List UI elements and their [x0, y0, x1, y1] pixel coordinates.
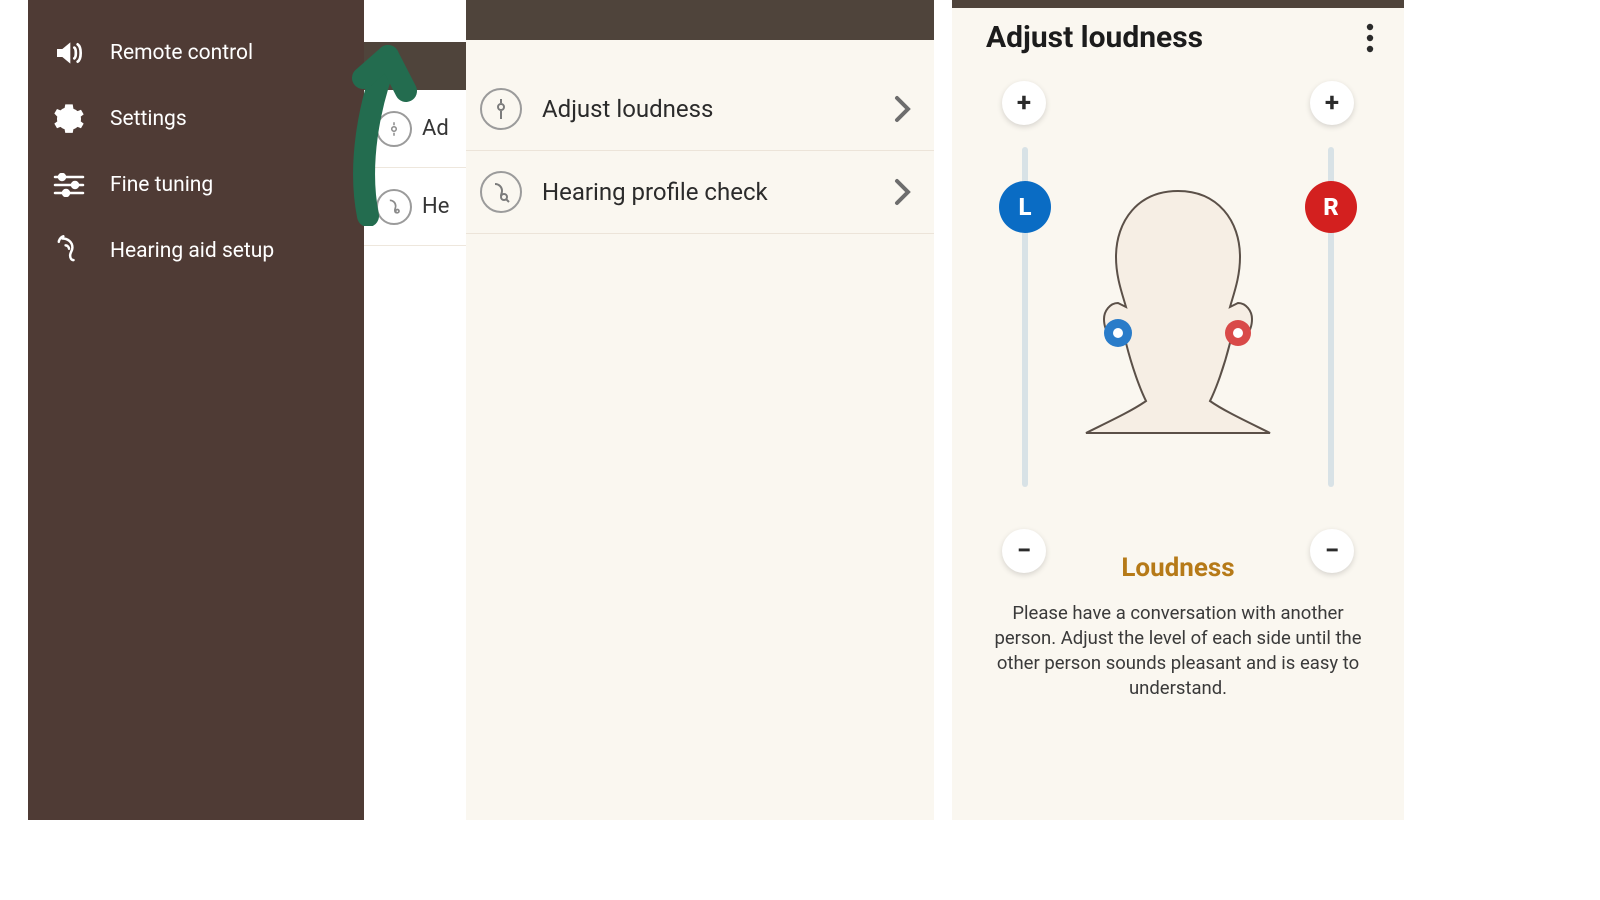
gear-icon [52, 102, 86, 136]
ear-profile-icon [480, 171, 522, 213]
panel-top-bar [952, 0, 1404, 8]
left-indicator-label: L [1019, 193, 1032, 221]
left-minus-button[interactable]: − [1002, 529, 1046, 573]
drawer-item-hearing-aid-setup[interactable]: Hearing aid setup [28, 218, 364, 284]
background-list-peek: Ad He [364, 42, 476, 820]
sliders-icon [52, 168, 86, 202]
left-plus-button[interactable]: + [1002, 81, 1046, 125]
drawer-item-label: Hearing aid setup [110, 239, 274, 263]
drawer-item-label: Settings [110, 107, 187, 131]
speaker-icon [52, 36, 86, 70]
chevron-right-icon [894, 95, 912, 123]
ear-profile-icon [376, 189, 412, 225]
drawer-item-label: Fine tuning [110, 173, 213, 197]
list-item-hearing-profile-check[interactable]: Hearing profile check [466, 151, 934, 234]
plus-icon: + [1017, 88, 1031, 118]
minus-icon: − [1325, 536, 1339, 566]
page-title: Adjust loudness [986, 20, 1203, 55]
list-item: Ad [364, 90, 476, 168]
list-item-label: He [422, 194, 449, 219]
nav-drawer: Remote control Settings Fine tuning [28, 0, 364, 820]
list-item: He [364, 168, 476, 246]
drawer-item-settings[interactable]: Settings [28, 86, 364, 152]
right-minus-button[interactable]: − [1310, 529, 1354, 573]
right-plus-button[interactable]: + [1310, 81, 1354, 125]
panel-header-bar [466, 0, 934, 40]
hamburger-icon [372, 17, 400, 39]
drawer-panel: Ad He Remote control [28, 0, 448, 820]
list-item-label: Adjust loudness [542, 95, 713, 123]
right-indicator-label: R [1323, 193, 1339, 221]
fine-tuning-list-panel: Adjust loudness Hearing profile check [466, 0, 934, 820]
minus-icon: − [1017, 536, 1031, 566]
drawer-item-fine-tuning[interactable]: Fine tuning [28, 152, 364, 218]
right-slider-knob[interactable]: R [1305, 181, 1357, 233]
head-illustration [1046, 183, 1310, 453]
gauge-icon [376, 111, 412, 147]
left-slider-knob[interactable]: L [999, 181, 1051, 233]
drawer-item-remote-control[interactable]: Remote control [28, 20, 364, 86]
chevron-right-icon [894, 178, 912, 206]
list-item-label: Hearing profile check [542, 178, 768, 206]
gauge-icon [480, 88, 522, 130]
more-vertical-icon [1366, 23, 1374, 53]
instruction-text: Please have a conversation with another … [952, 583, 1404, 701]
hamburger-menu-button[interactable] [364, 6, 408, 50]
ear-icon [52, 234, 86, 268]
list-item-label: Ad [422, 116, 449, 141]
list-item-adjust-loudness[interactable]: Adjust loudness [466, 68, 934, 151]
adjust-loudness-panel: Adjust loudness + + − − L R [952, 0, 1404, 820]
plus-icon: + [1325, 88, 1339, 118]
drawer-item-label: Remote control [110, 41, 253, 65]
more-options-button[interactable] [1366, 23, 1374, 53]
